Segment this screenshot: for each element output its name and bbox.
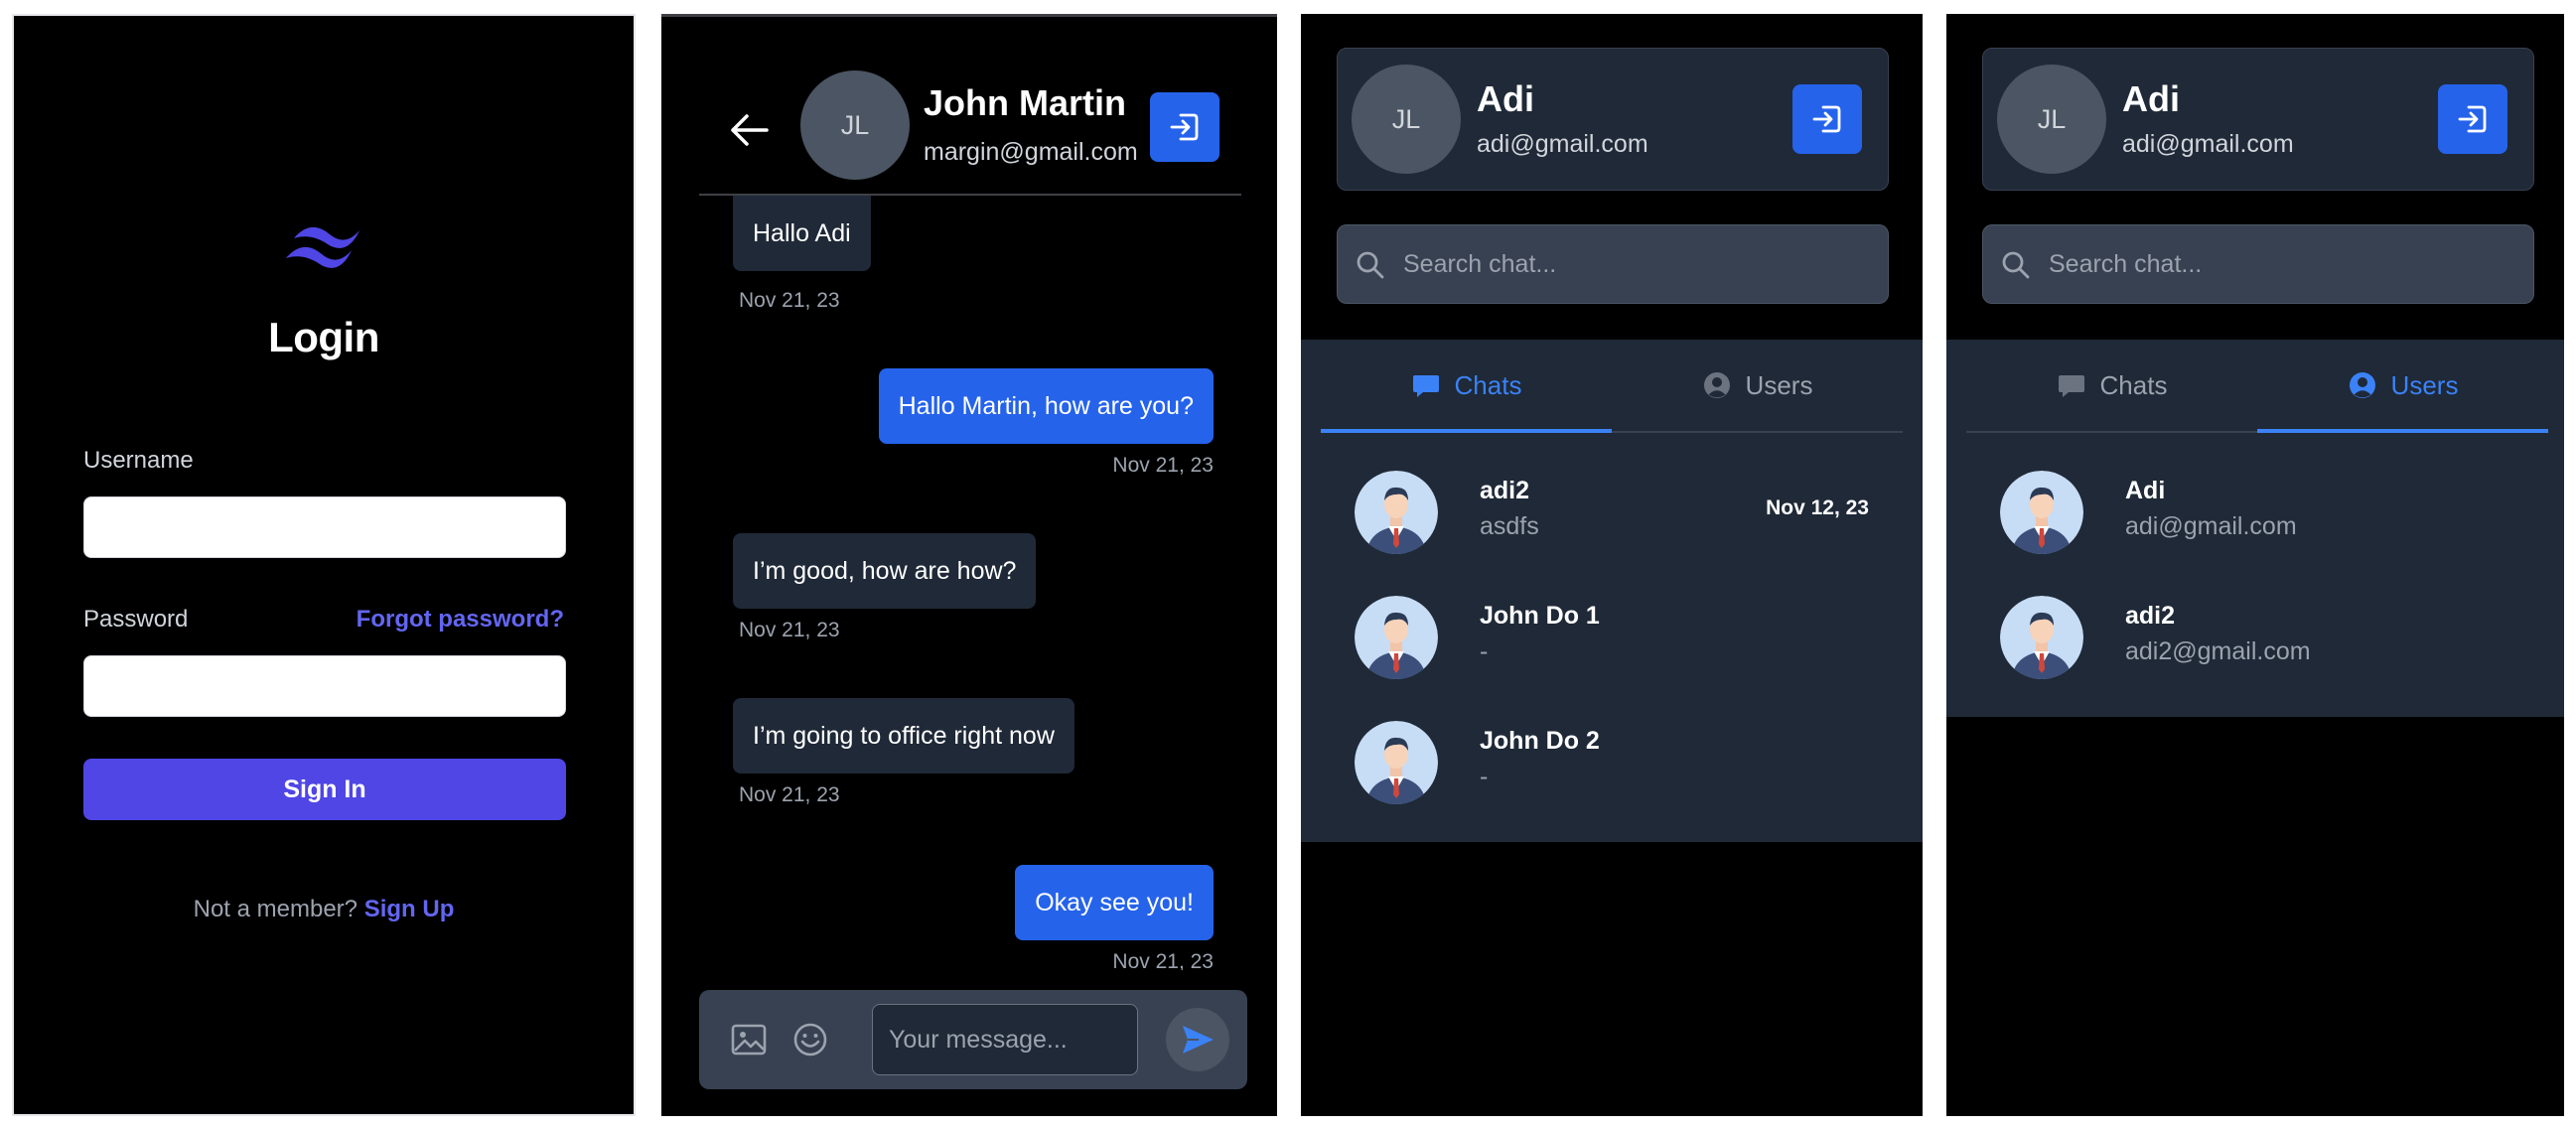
- chat-preview: asdfs: [1480, 512, 1539, 540]
- tab-chats-label: Chats: [2099, 369, 2168, 400]
- username-label: Username: [83, 447, 194, 474]
- tab-users[interactable]: Users: [1612, 340, 1903, 431]
- user-list-item[interactable]: Adi adi@gmail.com: [1966, 451, 2548, 574]
- message-bubble-outgoing: Okay see you!: [1015, 865, 1214, 940]
- user-circle-icon: [2349, 372, 2375, 398]
- not-member-text: Not a member?: [193, 896, 358, 922]
- search-input[interactable]: [1403, 225, 1870, 303]
- password-input[interactable]: [83, 655, 566, 717]
- businessman-avatar-icon: [1355, 596, 1438, 679]
- message-list: Hallo Adi Nov 21, 23 Hallo Martin, how a…: [661, 196, 1277, 970]
- sign-up-link[interactable]: Sign Up: [364, 896, 455, 922]
- businessman-avatar-icon: [1355, 471, 1438, 554]
- send-button[interactable]: [1166, 1008, 1229, 1071]
- tab-chats[interactable]: Chats: [1321, 340, 1612, 433]
- chats-screen: JL Adi adi@gmail.com Chats: [1301, 14, 1923, 1116]
- message-composer: [699, 990, 1247, 1089]
- profile-card: JL Adi adi@gmail.com: [1337, 48, 1889, 191]
- chat-list-item[interactable]: John Do 1 -: [1321, 576, 1903, 699]
- profile-avatar: JL: [1352, 65, 1461, 174]
- image-icon[interactable]: [729, 1020, 769, 1059]
- user-email: adi2@gmail.com: [2125, 637, 2311, 665]
- password-label: Password: [83, 606, 189, 633]
- user-list-item[interactable]: adi2 adi2@gmail.com: [1966, 576, 2548, 699]
- user-circle-icon: [1703, 372, 1730, 398]
- businessman-avatar-icon: [1355, 721, 1438, 804]
- logout-button[interactable]: [1792, 84, 1862, 154]
- tab-chats[interactable]: Chats: [1966, 340, 2257, 431]
- chat-date: Nov 12, 23: [1766, 496, 1869, 519]
- profile-card: JL Adi adi@gmail.com: [1982, 48, 2534, 191]
- message-time: Nov 21, 23: [739, 289, 840, 312]
- tab-bar: Chats Users: [1966, 340, 2548, 433]
- tab-users[interactable]: Users: [2257, 340, 2548, 433]
- smiley-icon[interactable]: [790, 1020, 830, 1059]
- chat-preview: -: [1480, 637, 1489, 665]
- search-box: [1337, 224, 1889, 304]
- message-input[interactable]: [872, 1004, 1138, 1075]
- search-box: [1982, 224, 2534, 304]
- login-title: Login: [268, 314, 379, 360]
- user-list-panel: Chats Users Adi adi@gmail.com adi2 adi2@…: [1946, 340, 2564, 717]
- message-bubble-outgoing: Hallo Martin, how are you?: [878, 368, 1214, 444]
- logout-icon: [1170, 113, 1199, 141]
- message-bubble-incoming: Hallo Adi: [733, 196, 871, 271]
- chat-list-item[interactable]: adi2 asdfs Nov 12, 23: [1321, 451, 1903, 574]
- message-time: Nov 21, 23: [1112, 950, 1214, 970]
- chat-name: John Do 1: [1480, 602, 1600, 630]
- message-bubble-incoming: I’m good, how are how?: [733, 533, 1037, 609]
- profile-email: adi@gmail.com: [2122, 130, 2294, 158]
- profile-avatar: JL: [1997, 65, 2106, 174]
- logout-icon: [2458, 105, 2487, 133]
- message-time: Nov 21, 23: [739, 619, 840, 641]
- profile-name: Adi: [1477, 78, 1534, 119]
- forgot-password-link[interactable]: Forgot password?: [357, 606, 564, 634]
- conversation-screen: JL John Martin margin@gmail.com Hallo Ad…: [661, 14, 1277, 1116]
- chat-list-item[interactable]: John Do 2 -: [1321, 701, 1903, 824]
- user-name: Adi: [2125, 477, 2166, 504]
- message-bubble-incoming: I’m going to office right now: [733, 698, 1074, 774]
- chat-name: adi2: [1480, 477, 1530, 504]
- logout-icon: [1812, 105, 1841, 133]
- message-time: Nov 21, 23: [1112, 454, 1214, 477]
- businessman-avatar-icon: [2000, 471, 2083, 554]
- tailwind-logo-icon: [286, 226, 359, 268]
- contact-email: margin@gmail.com: [924, 138, 1138, 166]
- signup-prompt: Not a member? Sign Up: [14, 896, 634, 923]
- user-name: adi2: [2125, 602, 2176, 630]
- search-input[interactable]: [2049, 225, 2515, 303]
- message-time: Nov 21, 23: [739, 783, 840, 806]
- chat-preview: -: [1480, 763, 1489, 790]
- logout-button[interactable]: [1150, 92, 1219, 162]
- arrow-left-icon[interactable]: [727, 108, 771, 152]
- chat-bubble-icon: [2058, 375, 2084, 397]
- businessman-avatar-icon: [2000, 596, 2083, 679]
- tab-bar: Chats Users: [1321, 340, 1903, 433]
- login-screen: Login Username Password Forgot password?…: [12, 14, 636, 1116]
- tab-users-label: Users: [1745, 369, 1813, 400]
- search-icon: [2002, 251, 2030, 279]
- users-screen: JL Adi adi@gmail.com Chats: [1946, 14, 2564, 1116]
- tab-users-label: Users: [2390, 369, 2459, 400]
- search-icon: [1357, 251, 1384, 279]
- contact-avatar: JL: [800, 70, 910, 180]
- tab-chats-label: Chats: [1454, 369, 1522, 400]
- profile-name: Adi: [2122, 78, 2180, 119]
- send-icon: [1183, 1026, 1214, 1054]
- sign-in-button[interactable]: Sign In: [83, 759, 566, 820]
- chat-list-panel: Chats Users adi2 asdfs Nov 12, 23 John D…: [1301, 340, 1923, 842]
- profile-email: adi@gmail.com: [1477, 130, 1648, 158]
- logout-button[interactable]: [2438, 84, 2507, 154]
- username-input[interactable]: [83, 496, 566, 558]
- user-email: adi@gmail.com: [2125, 512, 2297, 540]
- chat-name: John Do 2: [1480, 727, 1600, 755]
- contact-name: John Martin: [924, 82, 1126, 123]
- chat-bubble-icon: [1412, 375, 1439, 397]
